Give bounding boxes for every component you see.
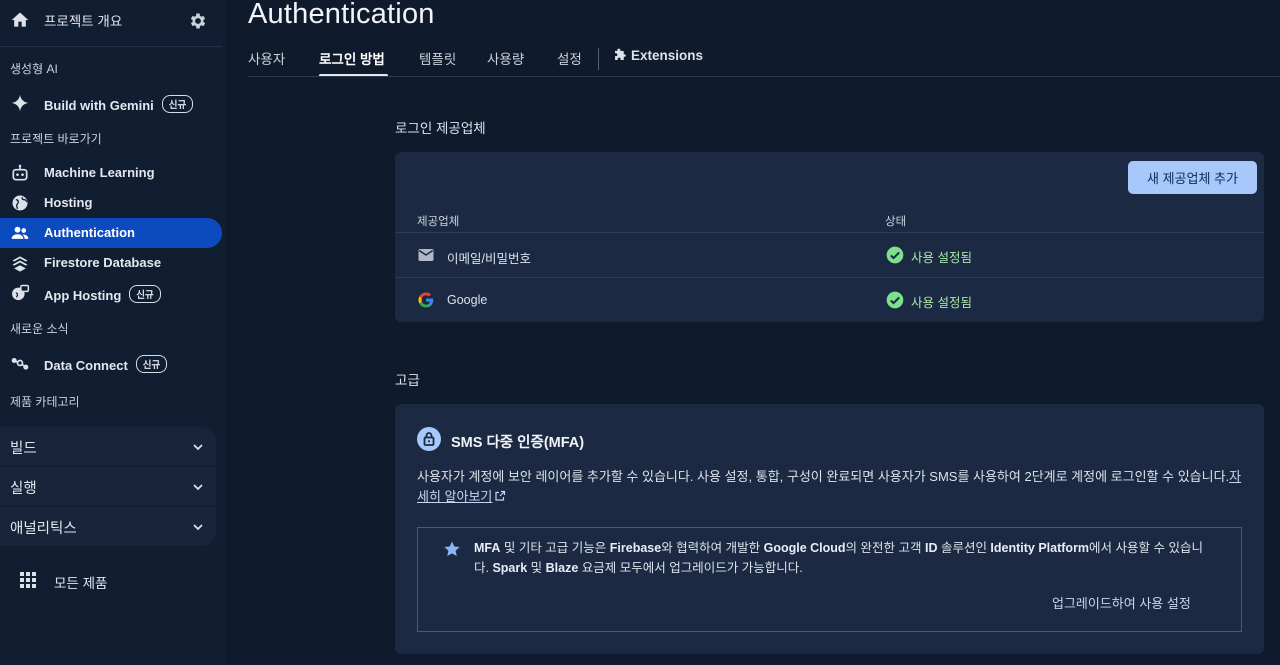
tab-templates[interactable]: 템플릿 bbox=[419, 48, 456, 68]
upgrade-notice: MFA 및 기타 고급 기능은 Firebase와 협력하여 개발한 Googl… bbox=[417, 527, 1242, 632]
section-gen-ai: 생성형 AI bbox=[10, 62, 58, 76]
upgrade-enable-link[interactable]: 업그레이드하여 사용 설정 bbox=[1052, 593, 1191, 612]
sidebar-item-label: Data Connect 신규 bbox=[44, 355, 168, 373]
column-header-provider: 제공업체 bbox=[417, 216, 460, 228]
grid-icon bbox=[20, 572, 36, 588]
section-news: 새로운 소식 bbox=[10, 322, 69, 336]
provider-name: 이메일/비밀번호 bbox=[447, 252, 531, 266]
chevron-down-icon bbox=[193, 524, 203, 531]
sidebar-divider bbox=[0, 46, 222, 47]
sidebar-item-label: Hosting bbox=[44, 195, 93, 210]
section-categories: 제품 카테고리 bbox=[10, 395, 80, 409]
home-icon bbox=[11, 12, 29, 27]
robot-icon bbox=[12, 164, 28, 181]
tab-users[interactable]: 사용자 bbox=[248, 48, 285, 68]
sidebar-item-label: Build with Gemini 신규 bbox=[44, 95, 194, 113]
sidebar-item-data-connect[interactable]: Data Connect 신규 bbox=[0, 348, 222, 378]
new-badge: 신규 bbox=[161, 95, 194, 113]
all-products-label: 모든 제품 bbox=[54, 576, 108, 591]
category-analytics[interactable]: 애널리틱스 bbox=[0, 507, 216, 547]
sidebar-item-machine-learning[interactable]: Machine Learning bbox=[0, 158, 222, 188]
upgrade-text: MFA 및 기타 고급 기능은 Firebase와 협력하여 개발한 Googl… bbox=[474, 541, 1203, 575]
category-label: 애널리틱스 bbox=[10, 521, 77, 537]
category-list: 빌드 실행 애널리틱스 bbox=[0, 427, 216, 546]
column-header-status: 상태 bbox=[885, 216, 907, 228]
tab-sign-in-method[interactable]: 로그인 방법 bbox=[319, 48, 385, 68]
tabs-divider bbox=[248, 76, 1280, 77]
provider-status: 사용 설정됨 bbox=[911, 296, 972, 310]
new-badge: 신규 bbox=[129, 285, 161, 303]
mail-icon bbox=[418, 249, 434, 261]
table-row[interactable]: Google 사용 설정됨 bbox=[395, 278, 1264, 322]
star-icon bbox=[444, 541, 460, 557]
mfa-card: SMS 다중 인증(MFA) 사용자가 계정에 보안 레이어를 추가할 수 있습… bbox=[395, 404, 1264, 654]
advanced-heading: 고급 bbox=[395, 373, 420, 388]
category-run[interactable]: 실행 bbox=[0, 467, 216, 507]
data-connect-icon bbox=[11, 358, 29, 370]
section-shortcuts: 프로젝트 바로가기 bbox=[10, 132, 102, 146]
category-label: 실행 bbox=[10, 481, 37, 497]
sidebar-item-hosting[interactable]: Hosting bbox=[0, 188, 222, 218]
check-circle-icon bbox=[886, 291, 904, 309]
sidebar-item-firestore[interactable]: Firestore Database bbox=[0, 248, 222, 278]
page-title: Authentication bbox=[248, 0, 435, 30]
sidebar-item-label: Machine Learning bbox=[44, 165, 155, 180]
extensions-icon bbox=[615, 48, 626, 60]
gear-icon[interactable] bbox=[188, 11, 208, 31]
tab-extensions[interactable]: Extensions bbox=[613, 48, 703, 63]
external-link-icon bbox=[495, 490, 506, 501]
providers-card: 새 제공업체 추가 제공업체 상태 이메일/비밀번호 사용 설정됨 Google… bbox=[395, 152, 1264, 322]
sidebar-item-label: Firestore Database bbox=[44, 255, 162, 270]
new-badge: 신규 bbox=[135, 355, 168, 373]
tab-usage[interactable]: 사용량 bbox=[487, 48, 524, 68]
tab-separator bbox=[598, 48, 599, 70]
users-icon bbox=[11, 226, 29, 239]
provider-status: 사용 설정됨 bbox=[911, 251, 972, 265]
all-products-button[interactable]: 모든 제품 bbox=[0, 565, 222, 595]
table-row[interactable]: 이메일/비밀번호 사용 설정됨 bbox=[395, 233, 1264, 277]
mfa-description: 사용자가 계정에 보안 레이어를 추가할 수 있습니다. 사용 설정, 통합, … bbox=[417, 469, 1242, 504]
firestore-icon bbox=[12, 256, 28, 272]
chevron-down-icon bbox=[193, 484, 203, 491]
sidebar-item-label: Authentication bbox=[44, 225, 135, 240]
app-hosting-icon bbox=[12, 284, 30, 301]
sidebar-item-app-hosting[interactable]: App Hosting 신규 bbox=[0, 278, 222, 308]
category-build[interactable]: 빌드 bbox=[0, 427, 216, 467]
check-circle-icon bbox=[886, 246, 904, 264]
chevron-down-icon bbox=[193, 444, 203, 451]
sidebar-item-build-with-gemini[interactable]: Build with Gemini 신규 bbox=[0, 88, 222, 118]
tab-settings[interactable]: 설정 bbox=[557, 48, 582, 68]
providers-heading: 로그인 제공업체 bbox=[395, 121, 486, 136]
sparkle-icon bbox=[11, 94, 29, 112]
sidebar-item-label: App Hosting 신규 bbox=[44, 285, 161, 303]
category-label: 빌드 bbox=[10, 441, 37, 457]
project-overview-row[interactable]: 프로젝트 개요 bbox=[0, 0, 222, 44]
project-overview-label: 프로젝트 개요 bbox=[44, 14, 123, 29]
provider-name: Google bbox=[447, 293, 488, 307]
google-icon bbox=[418, 292, 434, 308]
lock-icon bbox=[417, 427, 441, 451]
globe-icon bbox=[12, 195, 28, 211]
sidebar-item-authentication[interactable]: Authentication bbox=[0, 218, 222, 248]
add-provider-button[interactable]: 새 제공업체 추가 bbox=[1128, 161, 1257, 194]
mfa-title: SMS 다중 인증(MFA) bbox=[451, 435, 585, 451]
sidebar: 프로젝트 개요 생성형 AI Build with Gemini 신규 프로젝트 … bbox=[0, 0, 226, 665]
